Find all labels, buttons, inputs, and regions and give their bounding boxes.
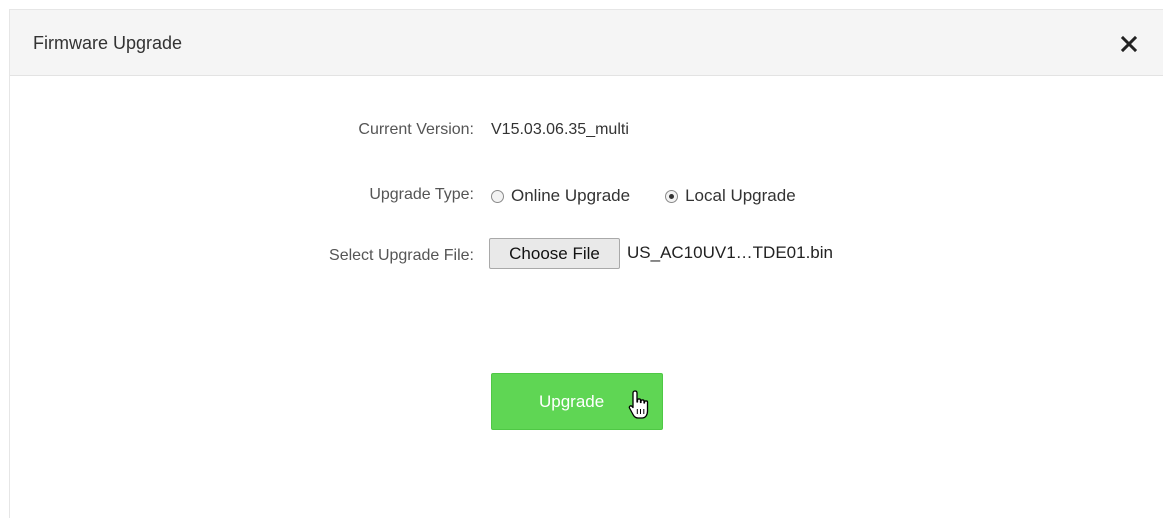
upgrade-type-label: Upgrade Type:: [369, 186, 474, 203]
current-version-label: Current Version:: [358, 121, 474, 138]
close-icon: [1120, 35, 1138, 53]
upgrade-type-radio-group: Online Upgrade Local Upgrade: [491, 186, 796, 206]
dialog-header: Firmware Upgrade: [10, 10, 1163, 76]
upgrade-button[interactable]: Upgrade: [491, 373, 663, 430]
radio-unselected-icon[interactable]: [491, 189, 504, 203]
current-version-value: V15.03.06.35_multi: [491, 121, 629, 138]
upgrade-button-label: Upgrade: [539, 392, 605, 411]
online-upgrade-label: Online Upgrade: [511, 186, 631, 205]
local-upgrade-label: Local Upgrade: [685, 186, 796, 205]
upgrade-file-label: Select Upgrade File:: [329, 247, 474, 264]
radio-selected-icon[interactable]: [665, 189, 679, 203]
choose-file-button[interactable]: Choose File: [489, 238, 620, 269]
online-upgrade-radio[interactable]: Online Upgrade: [491, 186, 630, 206]
close-button[interactable]: [1120, 35, 1138, 53]
hand-pointer-icon: [628, 390, 649, 419]
local-upgrade-radio[interactable]: Local Upgrade: [665, 186, 796, 206]
dialog-title: Firmware Upgrade: [33, 33, 183, 53]
selected-file-name: US_AC10UV1…TDE01.bin: [627, 243, 833, 262]
